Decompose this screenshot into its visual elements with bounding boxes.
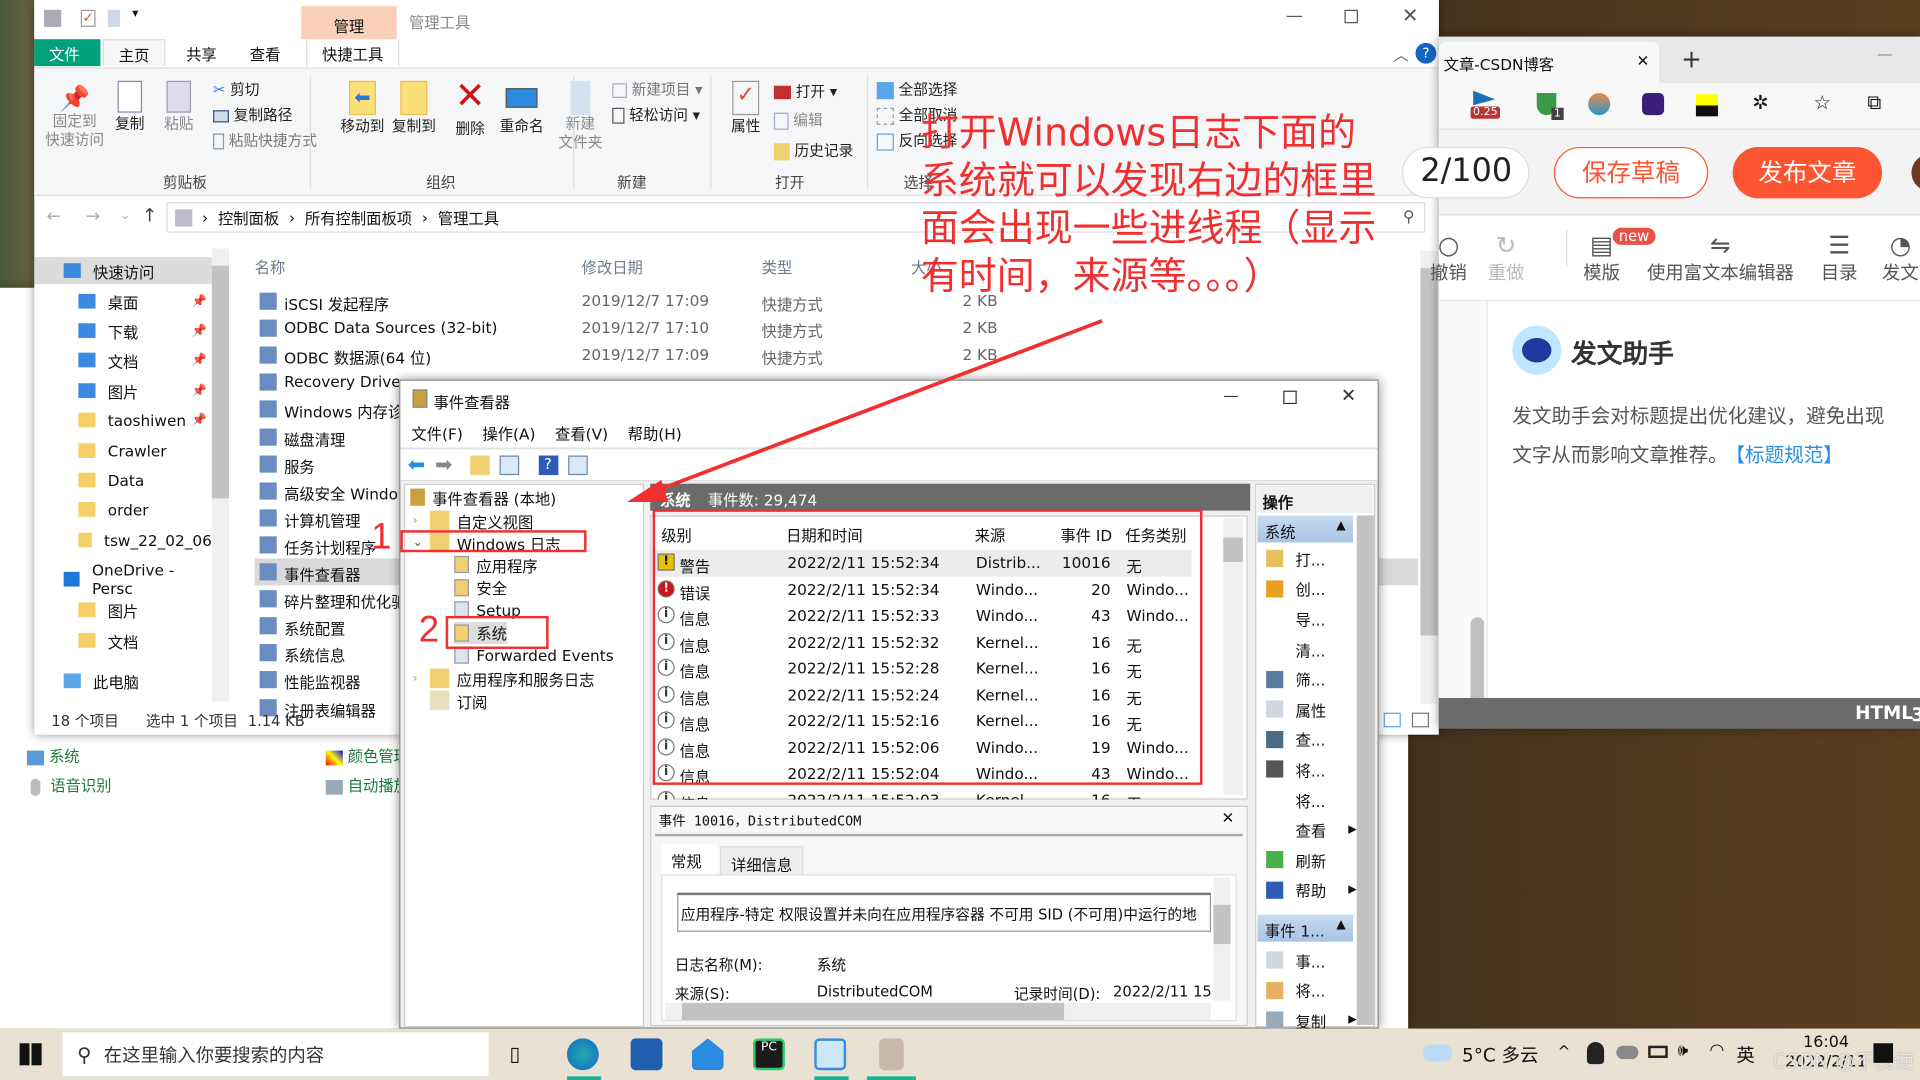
volume-icon[interactable]: 🕪 — [1678, 1041, 1689, 1061]
annotation-line: 打开Windows日志下面的 — [920, 111, 1356, 156]
onedrive-icon[interactable] — [1616, 1045, 1639, 1060]
search-placeholder: 在这里输入你要搜索的内容 — [103, 1043, 325, 1066]
battery-icon[interactable] — [1648, 1045, 1668, 1058]
weather-cloud-icon[interactable] — [1422, 1044, 1453, 1062]
store-icon[interactable] — [630, 1038, 663, 1071]
edge-icon[interactable] — [566, 1038, 599, 1071]
search-box[interactable]: ⚲ 在这里输入你要搜索的内容 — [61, 1031, 490, 1078]
annotation-line: 有时间，来源等。。。） — [920, 254, 1282, 299]
mail-icon[interactable] — [691, 1038, 724, 1071]
control-panel-icon[interactable] — [814, 1038, 847, 1071]
notification-icon[interactable] — [1873, 1043, 1894, 1063]
running-indicator — [814, 1076, 849, 1080]
event-viewer-taskbar-icon[interactable] — [879, 1038, 904, 1071]
wifi-icon[interactable]: ◠ — [1709, 1041, 1724, 1061]
annotation-line: 面会出现一些进线程（显示 — [920, 206, 1377, 252]
running-indicator — [566, 1076, 602, 1080]
arrow-line — [648, 319, 1103, 496]
arrow-head — [626, 480, 669, 503]
annotation-line: 系统就可以发现右边的框里 — [920, 159, 1377, 204]
qq-icon[interactable] — [1586, 1042, 1605, 1065]
taskbar: ⚲ 在这里输入你要搜索的内容 ▯ PC 5°C 多云 ^ 🕪 ◠ 英 16:04 2… — [0, 1028, 1920, 1080]
show-hidden-icons[interactable]: ^ — [1558, 1042, 1571, 1060]
annotation-text: 打开Windows日志下面的 系统就可以发现右边的框里 面会出现一些进线程（显示… — [921, 110, 1377, 301]
weather-text[interactable]: 5°C 多云 — [1462, 1042, 1538, 1068]
ime-indicator[interactable]: 英 — [1736, 1042, 1754, 1068]
running-indicator — [866, 1076, 916, 1080]
desktop: 系统 语音识别 颜色管理 自动播放 ✓ ▾ 管理 管理工具 — ✕ 文件 主页 … — [0, 0, 1920, 1080]
start-windows-icon[interactable] — [19, 1043, 42, 1066]
task-view-icon[interactable]: ▯ — [509, 1042, 520, 1065]
pycharm-icon[interactable]: PC — [753, 1038, 785, 1071]
search-icon: ⚲ — [77, 1042, 92, 1066]
